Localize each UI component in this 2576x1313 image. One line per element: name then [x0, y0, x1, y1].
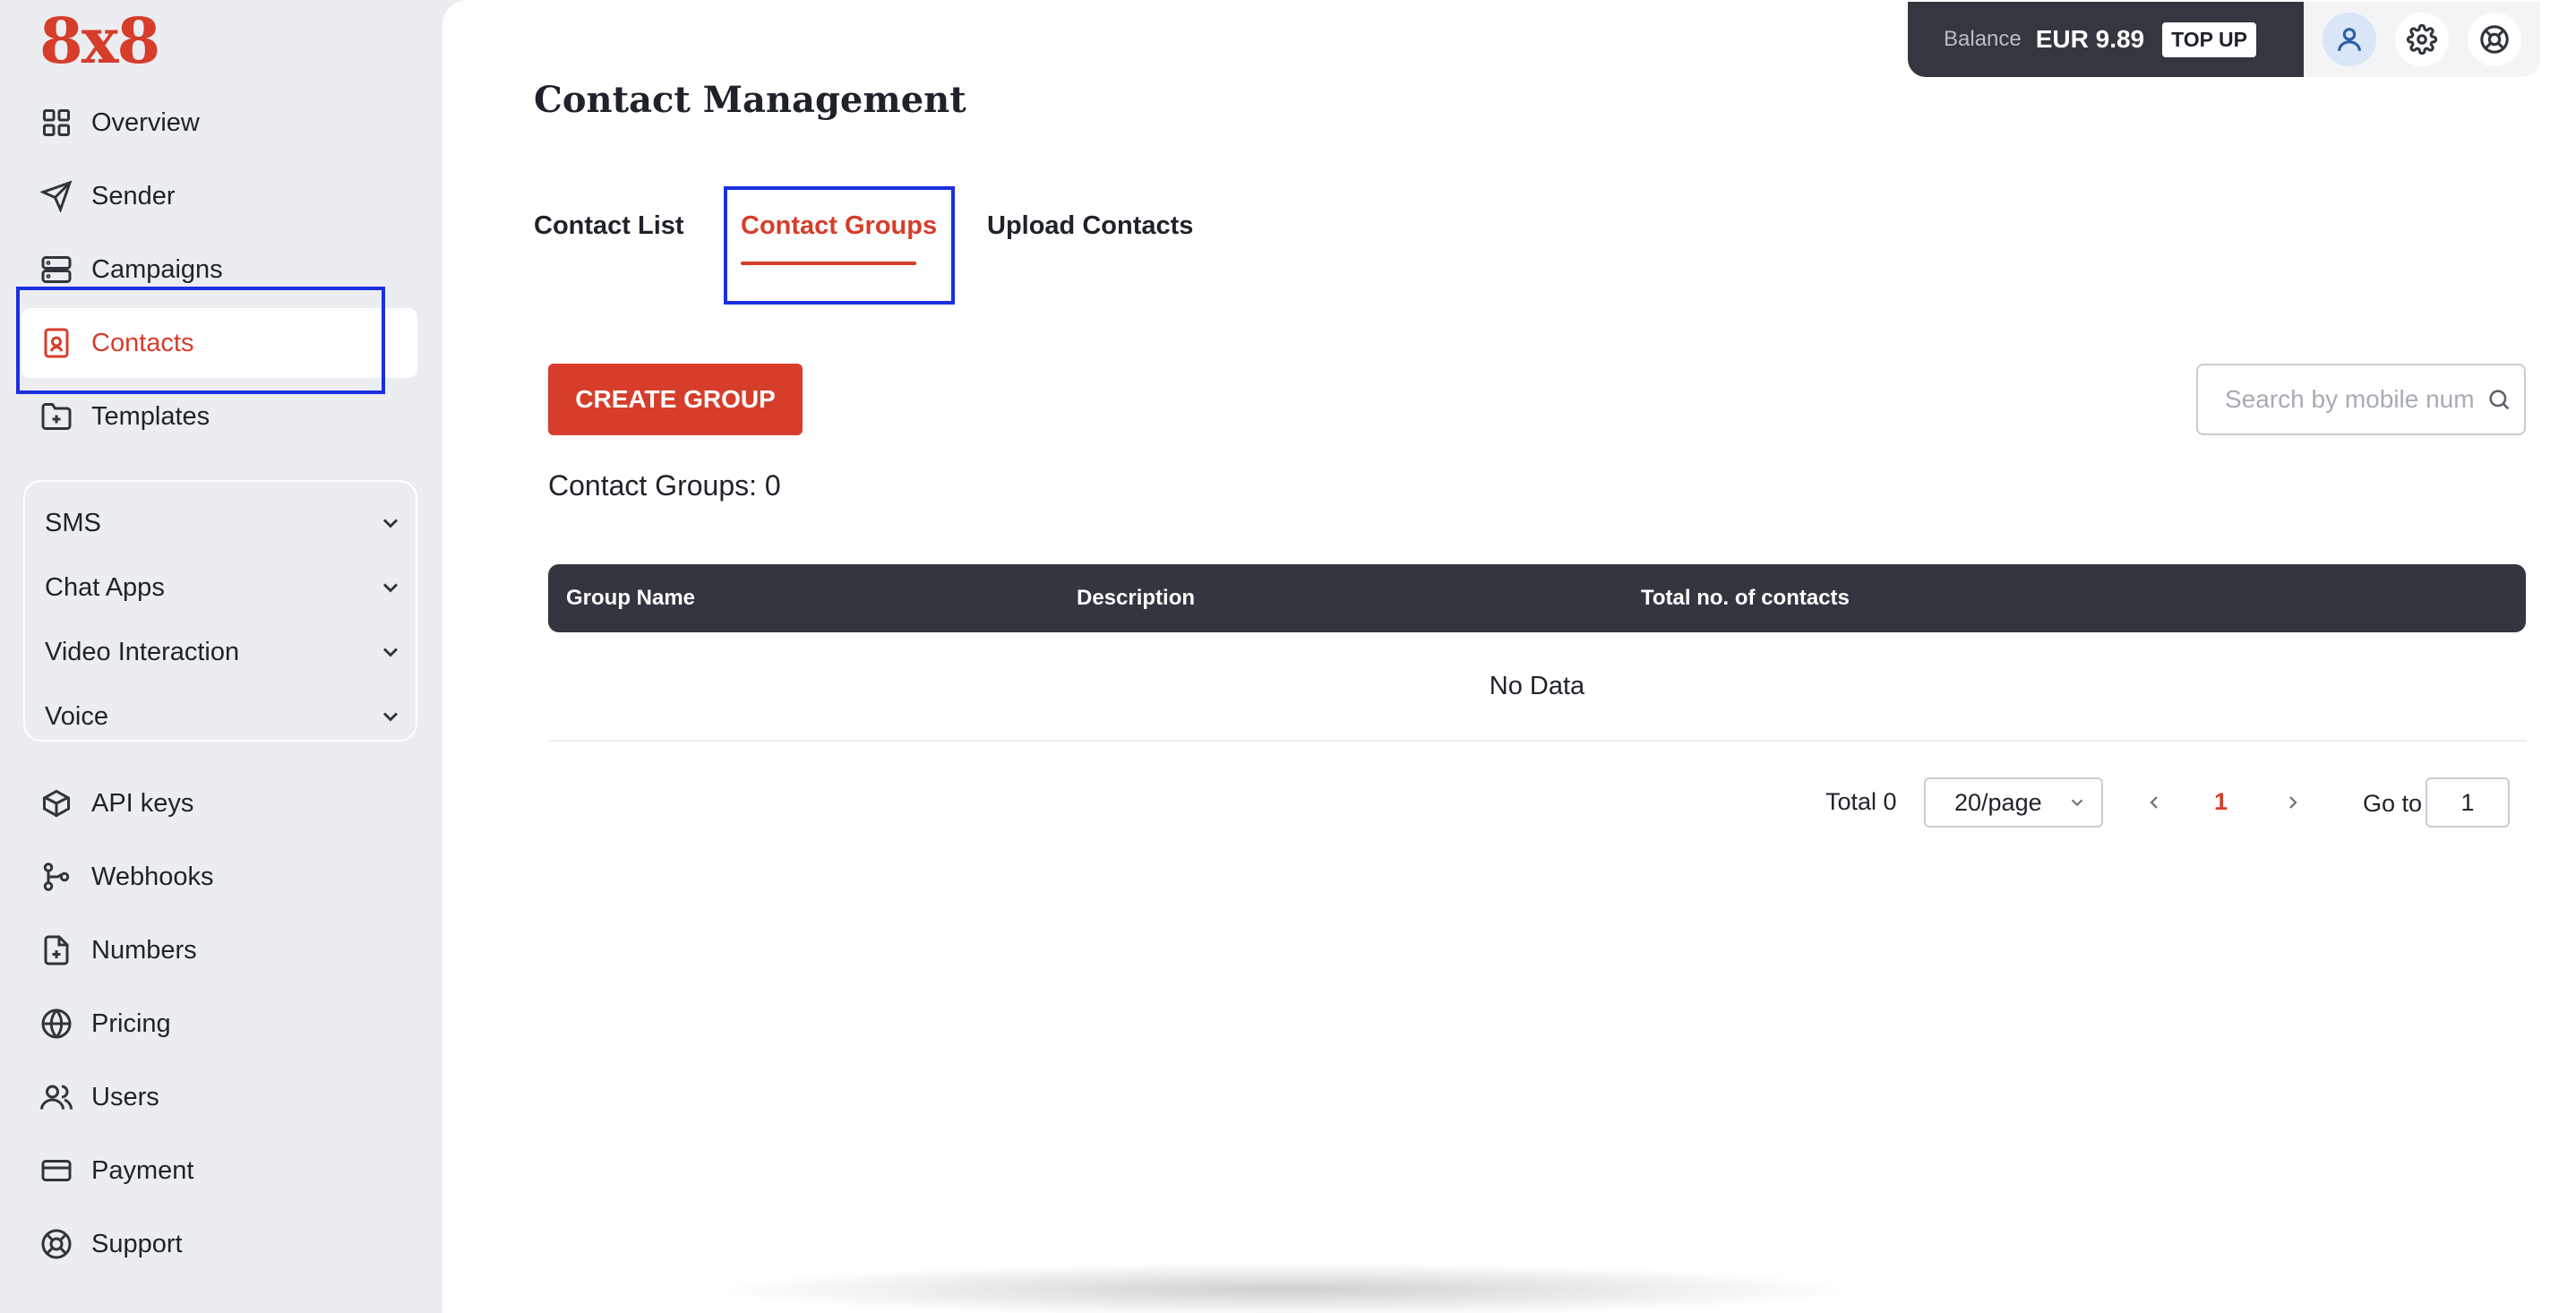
search-icon[interactable] [2486, 387, 2512, 412]
sidebar-item-label: Pricing [91, 1008, 171, 1038]
sidebar-group-video-interaction[interactable]: Video Interaction [45, 625, 403, 679]
page-size-select[interactable]: 20/page [1924, 777, 2103, 828]
create-group-button[interactable]: CREATE GROUP [548, 364, 803, 435]
balance-label: Balance [1944, 27, 2022, 51]
chevron-down-icon [382, 583, 399, 593]
chevron-down-icon [2071, 799, 2083, 807]
gear-icon[interactable] [2394, 13, 2449, 66]
tab-upload-contacts[interactable]: Upload Contacts [987, 211, 1193, 241]
send-icon [39, 179, 73, 213]
folder-plus-icon [39, 399, 73, 433]
sidebar-item-overview[interactable]: Overview [21, 88, 417, 158]
sidebar-group-chat-apps[interactable]: Chat Apps [45, 561, 403, 614]
sidebar-item-label: Contacts [91, 328, 194, 357]
sidebar-item-api-keys[interactable]: API keys [21, 768, 417, 838]
table-header: Group Name Description Total no. of cont… [548, 564, 2526, 632]
chevron-down-icon [382, 648, 399, 657]
bottom-shadow [711, 1263, 1858, 1313]
goto-label: Go to [2363, 790, 2423, 817]
chevron-down-icon [382, 712, 399, 722]
package-icon [39, 786, 73, 820]
page-title: Contact Management [534, 79, 966, 121]
group-label: Voice [45, 701, 108, 731]
column-header-group-name[interactable]: Group Name [566, 564, 695, 632]
active-tab-underline [741, 262, 916, 265]
sidebar-item-label: Webhooks [91, 862, 214, 891]
life-buoy-icon[interactable] [2468, 13, 2522, 66]
sidebar-item-label: Users [91, 1082, 159, 1111]
balance-value: EUR 9.89 [2035, 25, 2145, 53]
channel-group-box: SMS Chat Apps Video Interaction Voice [23, 480, 417, 742]
page-number-current[interactable]: 1 [2214, 788, 2228, 816]
main-content: Balance EUR 9.89 TOP UP Contact Manageme… [442, 0, 2576, 1313]
search-box [2196, 364, 2526, 435]
file-plus-icon [39, 933, 73, 967]
sidebar-item-campaigns[interactable]: Campaigns [21, 235, 417, 305]
sidebar-item-contacts[interactable]: Contacts [21, 308, 417, 378]
goto-page-input[interactable] [2426, 777, 2510, 828]
column-header-description[interactable]: Description [1077, 564, 1195, 632]
sidebar: 8x8 Overview Sender Campaigns Contacts T… [0, 0, 442, 1313]
git-branch-icon [39, 860, 73, 894]
chevron-right-icon [2289, 796, 2297, 809]
users-icon [39, 1080, 73, 1114]
life-buoy-icon [39, 1227, 73, 1261]
group-label: Video Interaction [45, 637, 240, 666]
prev-page-button[interactable] [2139, 786, 2169, 819]
tab-contact-groups[interactable]: Contact Groups [741, 211, 937, 241]
chevron-down-icon [382, 519, 399, 528]
sidebar-item-label: Templates [91, 401, 210, 431]
globe-icon [39, 1007, 73, 1041]
search-input[interactable] [2225, 385, 2481, 414]
contact-book-icon [39, 326, 73, 360]
server-icon [39, 253, 73, 287]
balance-bar: Balance EUR 9.89 TOP UP [1908, 2, 2304, 77]
sidebar-item-label: Sender [91, 181, 176, 210]
sidebar-item-payment[interactable]: Payment [21, 1136, 417, 1206]
credit-card-icon [39, 1154, 73, 1188]
user-icon[interactable] [2322, 13, 2376, 66]
sidebar-item-label: Support [91, 1229, 183, 1258]
table-empty-state: No Data [548, 632, 2526, 742]
sidebar-item-users[interactable]: Users [21, 1062, 417, 1132]
grid-icon [39, 106, 73, 140]
sidebar-item-templates[interactable]: Templates [21, 382, 417, 451]
column-header-total-contacts[interactable]: Total no. of contacts [1641, 564, 1850, 632]
sidebar-group-voice[interactable]: Voice [45, 690, 403, 743]
groups-count: Contact Groups: 0 [548, 469, 781, 502]
sidebar-item-pricing[interactable]: Pricing [21, 989, 417, 1059]
sidebar-item-label: Payment [91, 1155, 194, 1185]
sidebar-item-numbers[interactable]: Numbers [21, 915, 417, 985]
chevron-left-icon [2150, 796, 2158, 809]
sidebar-item-support[interactable]: Support [21, 1209, 417, 1279]
next-page-button[interactable] [2278, 786, 2308, 819]
group-label: SMS [45, 508, 101, 537]
page-size-value: 20/page [1954, 788, 2042, 816]
sidebar-item-label: API keys [91, 788, 194, 818]
sidebar-item-webhooks[interactable]: Webhooks [21, 842, 417, 912]
sidebar-item-label: Numbers [91, 935, 197, 965]
sidebar-item-label: Overview [91, 107, 200, 137]
top-up-button[interactable]: TOP UP [2162, 21, 2256, 57]
sidebar-item-sender[interactable]: Sender [21, 161, 417, 231]
brand-logo[interactable]: 8x8 [39, 4, 160, 78]
sidebar-group-sms[interactable]: SMS [45, 496, 403, 550]
tab-contact-list[interactable]: Contact List [534, 211, 684, 241]
group-label: Chat Apps [45, 572, 165, 602]
pagination-total: Total 0 [1825, 788, 1897, 815]
topbar-icon-group [2304, 2, 2540, 77]
sidebar-item-label: Campaigns [91, 254, 223, 284]
